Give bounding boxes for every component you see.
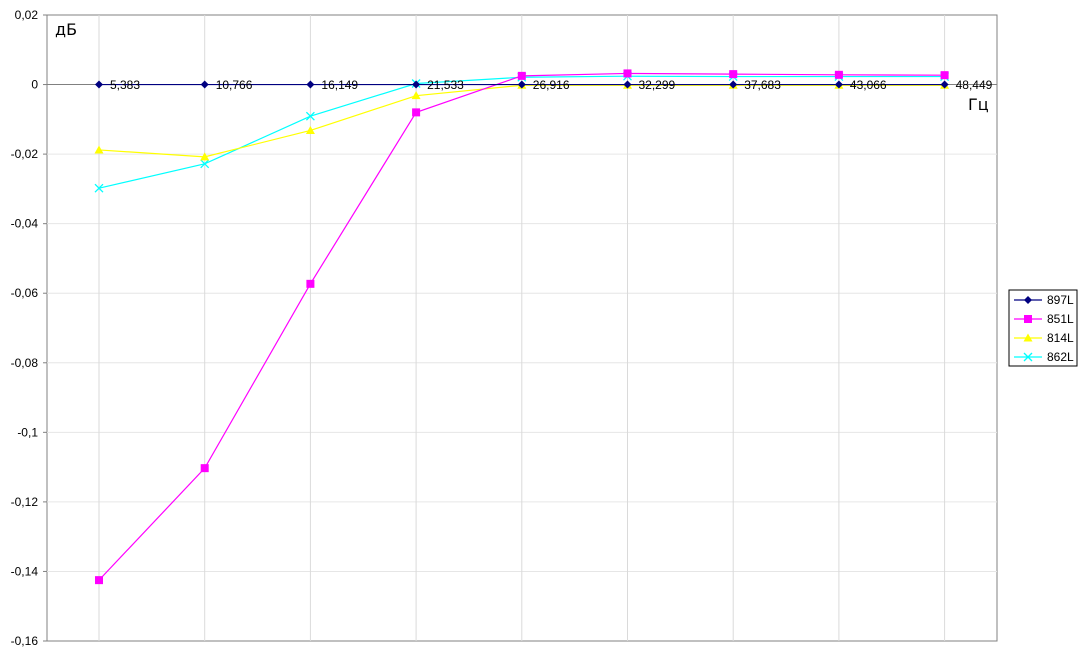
x-category-label: 43,066 [850, 78, 887, 92]
square-marker [1024, 315, 1032, 323]
square-marker [95, 576, 103, 585]
legend-entry-814L: 814L [1047, 331, 1074, 345]
legend: 897L 851L 814L 862L [1008, 289, 1078, 367]
y-tick-label: 0,02 [15, 8, 39, 22]
x-category-label: 21,533 [427, 78, 464, 92]
y-tick-label: -0,1 [17, 425, 38, 439]
legend-entry-897L: 897L [1047, 293, 1074, 307]
legend-entry-851L: 851L [1047, 312, 1074, 326]
y-tick-label: -0,16 [11, 634, 39, 648]
square-marker [517, 71, 526, 80]
line-chart: 0,02 0 -0,02 -0,04 -0,06 -0,08 -0,1 -0,12 -0,14 -… [11, 8, 1078, 648]
y-tick-label: -0,04 [11, 217, 39, 231]
x-category-label: 37,683 [744, 78, 781, 92]
square-marker [729, 70, 738, 79]
x-category-label: 10,766 [216, 78, 253, 92]
y-tick-label: 0 [31, 78, 38, 92]
legend-entry-862L: 862L [1047, 350, 1074, 364]
x-category-label: 5,383 [110, 78, 140, 92]
square-marker [623, 69, 632, 78]
x-category-label: 26,916 [533, 78, 570, 92]
y-tick-label: -0,14 [11, 564, 39, 578]
x-category-labels: 5,383 10,766 16,149 21,533 26,916 32,299 37,68… [110, 78, 993, 92]
y-tick-label: -0,06 [11, 286, 39, 300]
x-category-label: 32,299 [639, 78, 676, 92]
square-marker [834, 70, 843, 79]
x-category-label: 16,149 [321, 78, 358, 92]
y-axis-ticks: 0,02 0 -0,02 -0,04 -0,06 -0,08 -0,1 -0,12 -0,14 -… [11, 8, 47, 648]
y-axis-unit-label: дБ [55, 20, 77, 39]
x-category-label: 48,449 [956, 78, 993, 92]
y-tick-label: -0,02 [11, 147, 39, 161]
square-marker [412, 108, 421, 117]
x-axis-unit-label: Гц [968, 95, 989, 114]
square-marker [200, 464, 209, 473]
y-tick-label: -0,12 [11, 495, 39, 509]
square-marker [306, 279, 315, 288]
square-marker [940, 71, 949, 80]
y-tick-label: -0,08 [11, 356, 39, 370]
